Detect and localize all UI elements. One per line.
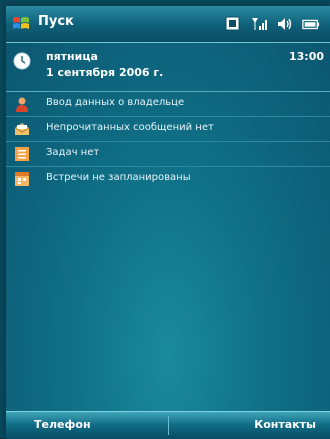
clock-icon (13, 52, 31, 70)
date-item[interactable]: пятница 1 сентября 2006 г. 13:00 (6, 43, 330, 92)
volume-icon[interactable] (276, 16, 294, 32)
connectivity-icon[interactable] (224, 16, 242, 32)
softkey-bar: Телефон Контакты (6, 411, 330, 439)
weekday-label: пятница (46, 50, 98, 63)
title-bar: Пуск (6, 6, 330, 43)
date-label: 1 сентября 2006 г. (46, 66, 164, 79)
softkey-divider (168, 416, 169, 435)
owner-info-label: Ввод данных о владельце (46, 97, 185, 108)
tasks-label: Задач нет (46, 147, 100, 158)
owner-info-item[interactable]: Ввод данных о владельце (6, 92, 330, 117)
system-tray (224, 14, 320, 34)
mail-icon (14, 123, 30, 135)
contacts-softkey[interactable]: Контакты (254, 418, 316, 431)
owner-icon (16, 97, 28, 112)
appointments-label: Встречи не запланированы (46, 172, 191, 183)
device-screen: Пуск пятница 1 сентября 2006 г. 13:00 Вв… (0, 0, 330, 439)
start-menu-button[interactable]: Пуск (38, 14, 74, 29)
appointments-item[interactable]: Встречи не запланированы (6, 167, 330, 191)
time-label[interactable]: 13:00 (289, 50, 324, 63)
phone-softkey[interactable]: Телефон (34, 418, 91, 431)
signal-icon[interactable] (250, 16, 268, 32)
windows-start-icon[interactable] (12, 15, 30, 33)
calendar-icon (15, 172, 29, 186)
battery-icon[interactable] (302, 16, 320, 32)
messages-label: Непрочитанных сообщений нет (46, 122, 214, 133)
tasks-icon (15, 147, 29, 161)
messages-item[interactable]: Непрочитанных сообщений нет (6, 117, 330, 142)
today-screen: пятница 1 сентября 2006 г. 13:00 Ввод да… (6, 43, 330, 411)
tasks-item[interactable]: Задач нет (6, 142, 330, 167)
